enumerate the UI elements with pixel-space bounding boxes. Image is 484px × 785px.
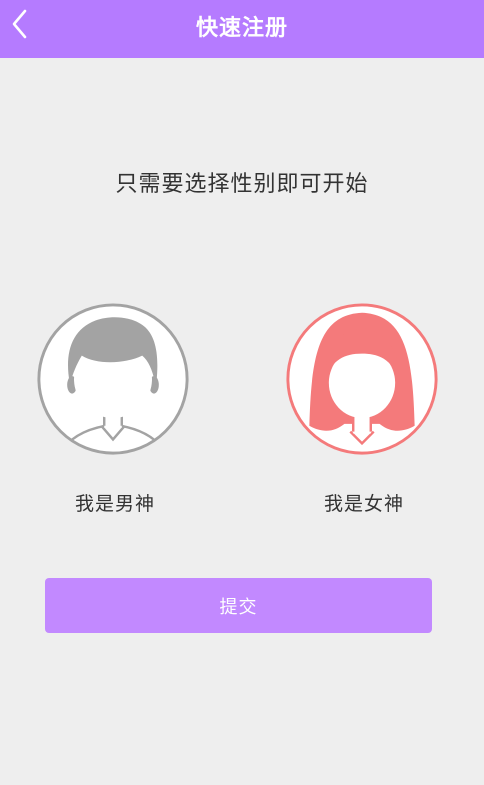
submit-button[interactable]: 提交 [45,578,432,633]
header-bar: 快速注册 [0,0,484,58]
male-option-label: 我是男神 [74,493,155,515]
female-option-label: 我是女神 [323,493,404,515]
female-option[interactable]: 我是女神 [284,301,444,515]
male-avatar-icon [37,303,189,455]
gender-prompt: 只需要选择性别即可开始 [115,172,369,197]
female-avatar-icon [286,303,438,455]
male-option[interactable]: 我是男神 [35,301,195,515]
page-title: 快速注册 [195,16,288,41]
